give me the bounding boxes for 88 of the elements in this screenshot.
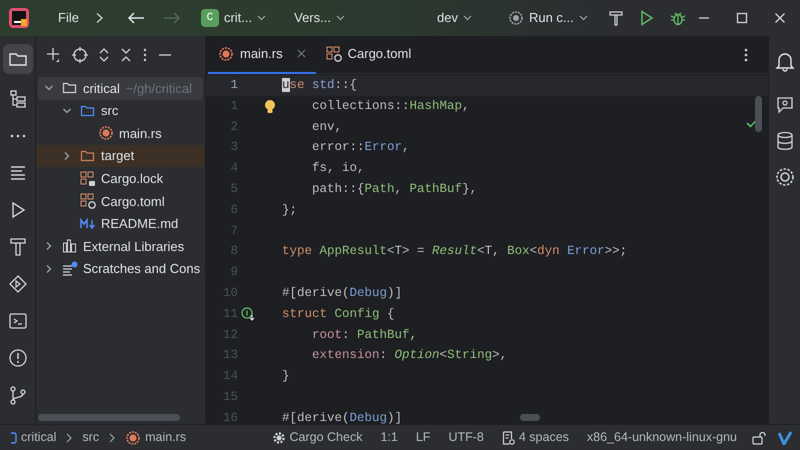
caret-icon — [257, 15, 266, 21]
scrollbar-thumb[interactable] — [755, 96, 762, 132]
debug-icon[interactable] — [670, 10, 686, 26]
add-icon[interactable] — [46, 47, 62, 63]
caret-icon — [336, 15, 345, 21]
breadcrumb[interactable]: src — [79, 428, 102, 447]
code-line: root: PathBuf, — [312, 326, 418, 344]
maximize-icon[interactable] — [736, 12, 748, 24]
tree-item[interactable]: src — [36, 100, 205, 122]
check-icon — [746, 118, 758, 128]
options-icon[interactable] — [142, 47, 148, 63]
hammer-icon[interactable] — [608, 10, 624, 26]
caret-position[interactable]: 1:1 — [377, 428, 401, 447]
tree-item[interactable]: README.md — [36, 212, 205, 236]
chevron-icon[interactable] — [62, 106, 72, 116]
tree-item[interactable]: Cargo.lock — [36, 167, 205, 190]
chevron-icon[interactable] — [94, 12, 105, 24]
problems-icon[interactable] — [6, 347, 28, 369]
run-config-selector[interactable]: Run c... — [502, 5, 594, 31]
code-line: } — [282, 368, 290, 386]
code-line: fs, io, — [312, 160, 365, 178]
scrollbar-thumb[interactable] — [520, 414, 540, 421]
file-menu[interactable]: File — [52, 5, 85, 31]
tree-item[interactable]: External Libraries — [36, 235, 205, 258]
breadcrumb[interactable]: critical — [8, 428, 60, 447]
code-line: error::Error, — [312, 139, 410, 156]
cargo-lock-icon — [80, 170, 96, 187]
project-selector[interactable]: C crit... — [194, 5, 272, 31]
code-line: #[derive(Debug)] — [282, 284, 402, 302]
rust-file-icon — [125, 430, 142, 446]
chevron-icon — [65, 432, 74, 442]
caret-icon — [462, 15, 472, 21]
rust-icon — [508, 10, 524, 26]
expand-all-icon[interactable] — [98, 47, 110, 63]
line-number: 1 — [229, 77, 238, 94]
back-arrow-icon[interactable] — [126, 11, 145, 25]
tree-item[interactable]: target — [36, 144, 205, 168]
module-icon — [11, 430, 17, 444]
project-badge: C — [200, 9, 219, 27]
rust-icon[interactable] — [774, 166, 796, 188]
chevron-icon — [108, 432, 116, 442]
gear-icon — [272, 430, 286, 444]
code-line: #[derive(Debug)] — [282, 410, 402, 424]
branch-selector[interactable]: dev — [430, 5, 478, 31]
code-line: collections::HashMap, — [312, 98, 470, 115]
caret-icon — [578, 15, 588, 21]
editor-tab[interactable]: Cargo.toml — [316, 36, 422, 74]
tree-item[interactable]: Scratches and Cons — [36, 258, 205, 280]
file-encoding[interactable]: UTF-8 — [445, 428, 487, 447]
locate-icon[interactable] — [72, 47, 88, 63]
code-line: env, — [312, 118, 342, 136]
app-logo-icon[interactable] — [8, 7, 30, 29]
line-ending[interactable]: LF — [412, 428, 434, 447]
more-icon[interactable] — [744, 46, 748, 62]
code-line: extension: Option<String>, — [312, 347, 508, 364]
indent-setting[interactable]: 4 spaces — [498, 428, 572, 447]
collapse-all-icon[interactable] — [120, 47, 132, 63]
rust-file-icon — [218, 46, 234, 62]
tree-item[interactable]: Cargo.toml — [36, 190, 205, 213]
scrollbar-thumb[interactable] — [38, 414, 180, 421]
cargo-file-icon — [326, 46, 342, 62]
tree-item[interactable]: critical ~/gh/critical — [38, 77, 203, 100]
chevron-icon[interactable] — [62, 151, 72, 162]
code-line: }; — [282, 202, 298, 219]
services-icon[interactable] — [6, 273, 28, 295]
checkmark-logo-icon[interactable] — [778, 430, 792, 444]
implemented-icon[interactable] — [241, 307, 255, 322]
library-icon — [62, 238, 78, 254]
document-icon — [502, 430, 515, 444]
tree-item[interactable]: main.rs — [36, 122, 205, 145]
chevron-icon[interactable] — [44, 264, 54, 274]
cargo-check-button[interactable]: Cargo Check — [268, 428, 366, 447]
path-hint: ~/gh/critical — [126, 80, 192, 98]
toolchain-selector[interactable]: x86_64-unknown-linux-gnu — [584, 428, 740, 447]
cargo-file-icon — [80, 193, 96, 210]
code-line: path::{Path, PathBuf}, — [312, 181, 478, 198]
markdown-icon — [80, 216, 96, 232]
scratches-icon — [62, 261, 78, 278]
lightbulb-icon[interactable] — [264, 98, 276, 114]
code-line: struct Config { — [282, 306, 395, 323]
rust-file-icon — [98, 125, 114, 142]
unlock-icon[interactable] — [752, 430, 766, 444]
chevron-icon[interactable] — [44, 241, 54, 252]
vcs-menu[interactable]: Vers... — [288, 5, 351, 31]
run-icon[interactable] — [640, 10, 654, 26]
code-line: type AppResult<T> = Result<T, Box<dyn Error>>; — [282, 243, 628, 260]
code-line: use std::{ — [282, 77, 358, 94]
breadcrumb[interactable]: main.rs — [122, 428, 190, 447]
